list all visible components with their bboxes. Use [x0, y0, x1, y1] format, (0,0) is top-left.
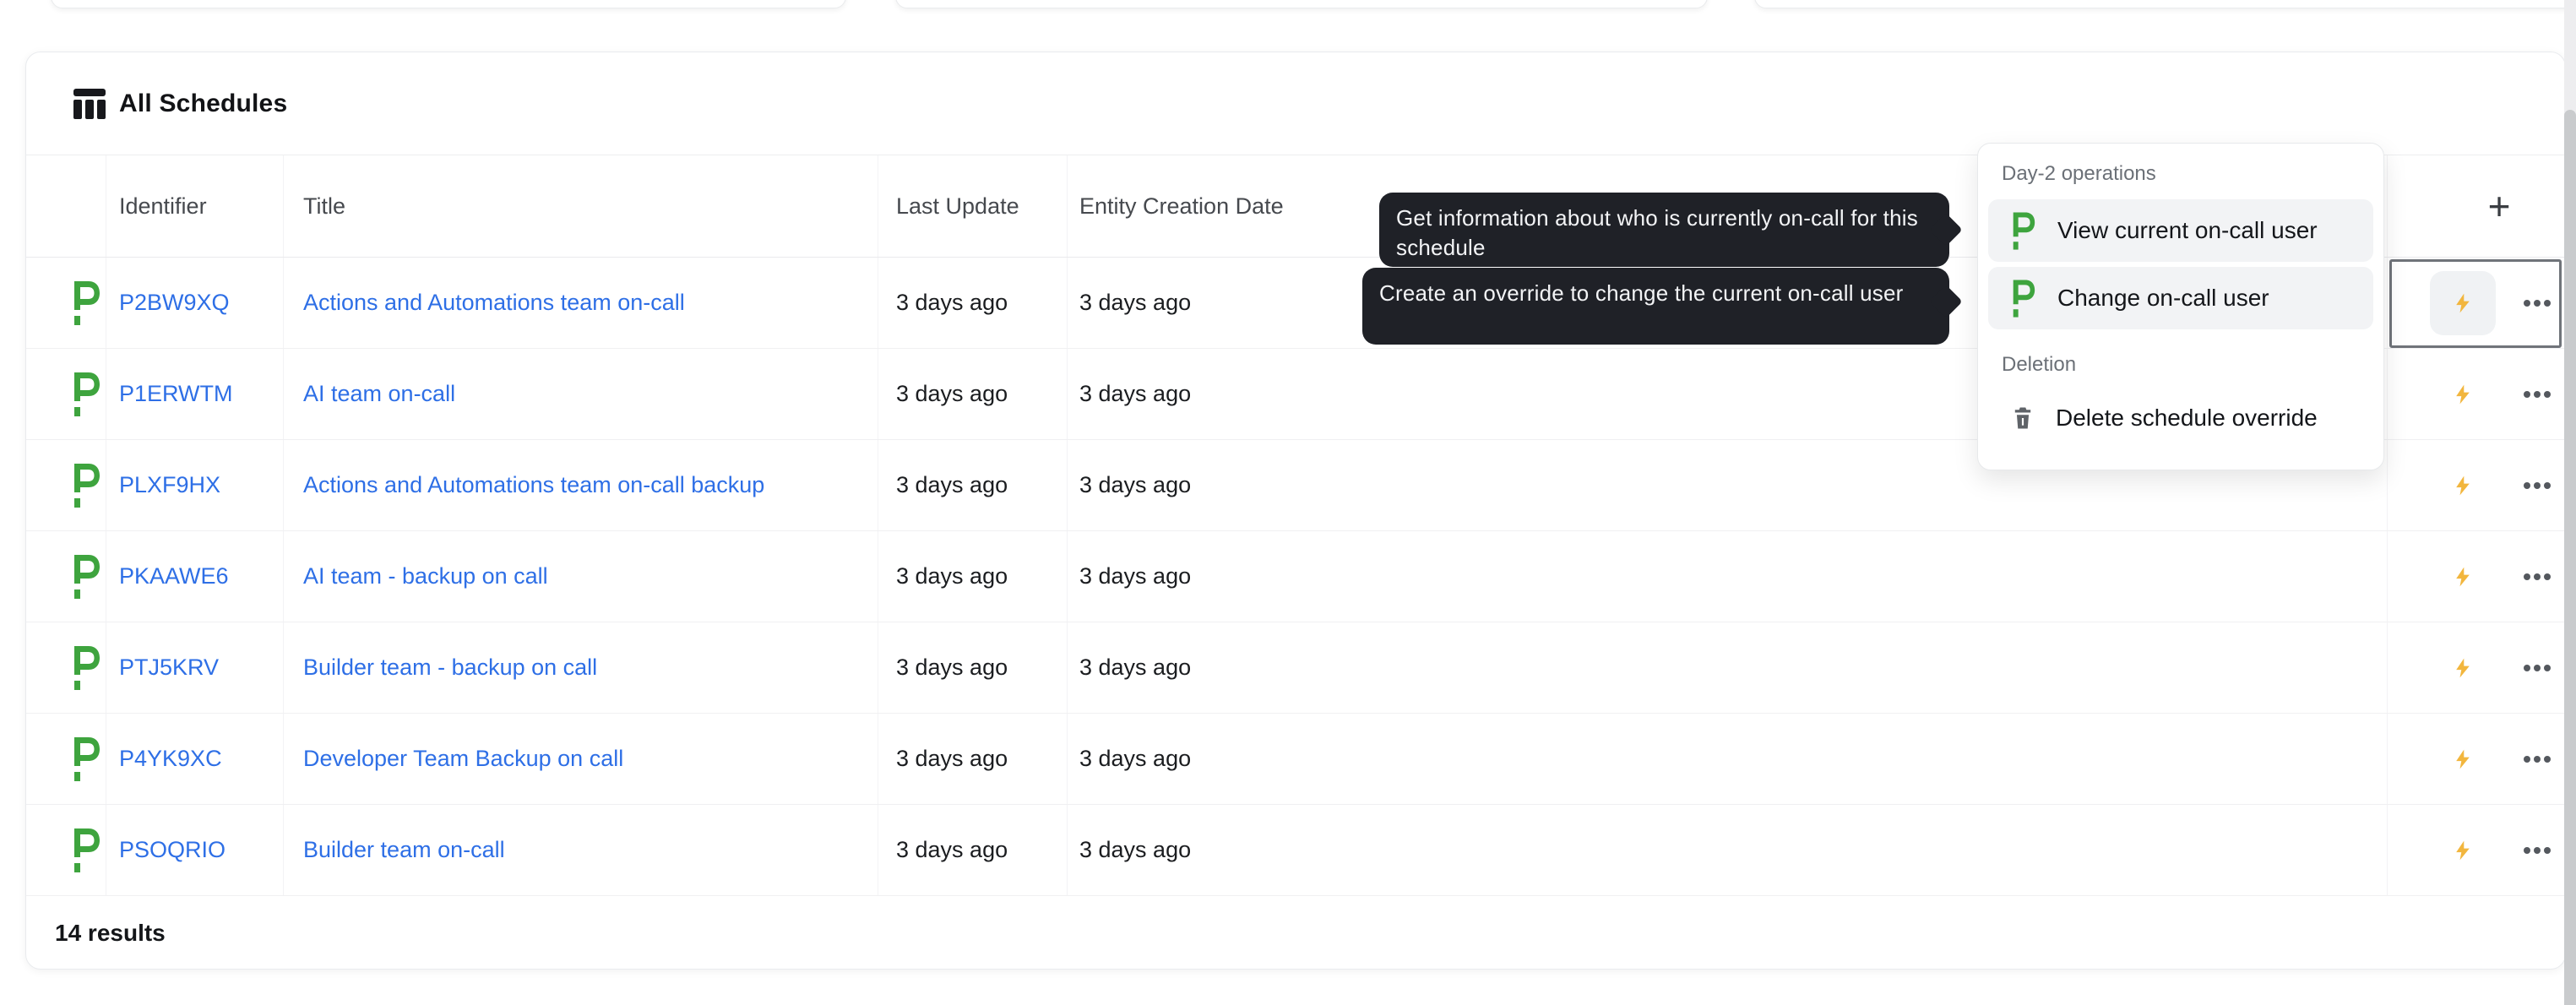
- top-card-partial-1: [51, 0, 846, 8]
- identifier-link[interactable]: PTJ5KRV: [119, 655, 219, 681]
- entity-creation-date-value: 3 days ago: [1068, 805, 2388, 895]
- menu-item-change-oncall-user[interactable]: Change on-call user: [1988, 267, 2373, 329]
- entity-creation-date-value: 3 days ago: [1068, 531, 2388, 622]
- identifier-link[interactable]: P2BW9XQ: [119, 290, 230, 316]
- lightning-bolt-icon: [2452, 285, 2474, 321]
- row-menu-button[interactable]: [2524, 664, 2551, 671]
- row-context-menu: Day-2 operations View current on-call us…: [1977, 143, 2384, 470]
- title-link[interactable]: AI team on-call: [303, 381, 455, 407]
- row-actions-cell: [2388, 714, 2567, 804]
- tooltip-text: Get information about who is currently o…: [1396, 205, 1918, 260]
- row-menu-button[interactable]: [2524, 755, 2551, 763]
- pagerduty-logo-icon: [73, 464, 101, 508]
- tooltip-view-current-oncall: Get information about who is currently o…: [1379, 193, 1963, 267]
- pagerduty-logo-icon: [73, 281, 101, 325]
- pagerduty-logo-icon: [73, 828, 101, 872]
- pagerduty-logo-icon: [73, 555, 101, 599]
- pagerduty-logo-icon: [2012, 212, 2035, 250]
- row-menu-button[interactable]: [2524, 481, 2551, 489]
- lightning-bolt-icon: [2452, 559, 2474, 595]
- title-link[interactable]: Builder team - backup on call: [303, 655, 597, 681]
- menu-section-deletion: Deletion: [2002, 353, 2077, 376]
- lightning-bolt-icon: [2452, 650, 2474, 686]
- identifier-link[interactable]: P1ERWTM: [119, 381, 233, 407]
- menu-item-label: Delete schedule override: [2056, 405, 2318, 431]
- entity-creation-date-value: 3 days ago: [1068, 714, 2388, 804]
- identifier-link[interactable]: PKAAWE6: [119, 563, 229, 589]
- row-menu-button[interactable]: [2524, 390, 2551, 398]
- title-link[interactable]: Actions and Automations team on-call bac…: [303, 472, 764, 498]
- scrollbar-thumb[interactable]: [2564, 110, 2576, 1005]
- table-icon: [73, 89, 106, 119]
- row-actions-cell-focused: [2388, 258, 2567, 348]
- add-schedule-button[interactable]: +: [2488, 187, 2511, 225]
- automations-bolt-button[interactable]: [2430, 270, 2496, 335]
- menu-item-label: View current on-call user: [2057, 217, 2318, 243]
- automations-bolt-button[interactable]: [2430, 636, 2496, 700]
- panel-footer: 14 results: [26, 896, 2565, 970]
- menu-item-view-current-oncall-user[interactable]: View current on-call user: [1988, 199, 2373, 262]
- pagerduty-logo-icon: [2012, 280, 2035, 318]
- identifier-link[interactable]: PSOQRIO: [119, 837, 226, 863]
- menu-item-delete-schedule-override[interactable]: Delete schedule override: [1988, 387, 2373, 449]
- results-count: 14 results: [55, 920, 166, 946]
- last-update-value: 3 days ago: [878, 440, 1068, 530]
- automations-bolt-button[interactable]: [2430, 818, 2496, 883]
- pagerduty-logo-icon: [73, 372, 101, 416]
- row-menu-button[interactable]: [2524, 846, 2551, 854]
- automations-bolt-button[interactable]: [2430, 454, 2496, 518]
- tooltip-text: Create an override to change the current…: [1379, 280, 1904, 306]
- last-update-value: 3 days ago: [878, 349, 1068, 439]
- menu-item-label: Change on-call user: [2057, 285, 2269, 311]
- title-link[interactable]: AI team - backup on call: [303, 563, 548, 589]
- panel-header: All Schedules: [26, 52, 2565, 155]
- title-link[interactable]: Actions and Automations team on-call: [303, 290, 685, 316]
- header-identifier: Identifier: [106, 155, 284, 257]
- row-actions-cell: [2388, 440, 2567, 530]
- last-update-value: 3 days ago: [878, 258, 1068, 348]
- page: All Schedules Identifier Title Last Upda…: [0, 0, 2576, 1005]
- last-update-value: 3 days ago: [878, 622, 1068, 713]
- last-update-value: 3 days ago: [878, 531, 1068, 622]
- identifier-link[interactable]: P4YK9XC: [119, 746, 222, 772]
- table-row: P4YK9XC Developer Team Backup on call 3 …: [26, 714, 2565, 805]
- automations-bolt-button[interactable]: [2430, 545, 2496, 609]
- automations-bolt-button[interactable]: [2430, 362, 2496, 426]
- entity-creation-date-value: 3 days ago: [1068, 622, 2388, 713]
- last-update-value: 3 days ago: [878, 805, 1068, 895]
- header-title: Title: [284, 155, 878, 257]
- trash-icon: [2012, 405, 2034, 431]
- tooltip-change-oncall: Create an override to change the current…: [1362, 268, 1963, 345]
- row-actions-cell: [2388, 531, 2567, 622]
- row-actions-cell: [2388, 622, 2567, 713]
- title-link[interactable]: Developer Team Backup on call: [303, 746, 623, 772]
- title-link[interactable]: Builder team on-call: [303, 837, 505, 863]
- identifier-link[interactable]: PLXF9HX: [119, 472, 220, 498]
- row-actions-cell: [2388, 349, 2567, 439]
- header-last-update: Last Update: [878, 155, 1068, 257]
- lightning-bolt-icon: [2452, 468, 2474, 503]
- pagerduty-logo-icon: [73, 646, 101, 690]
- header-icon-column: [26, 155, 106, 257]
- row-menu-button[interactable]: [2524, 573, 2551, 580]
- top-card-partial-3: [1754, 0, 2576, 8]
- automations-bolt-button[interactable]: [2430, 727, 2496, 791]
- panel-title: All Schedules: [119, 89, 288, 117]
- table-row: PSOQRIO Builder team on-call 3 days ago …: [26, 805, 2565, 896]
- lightning-bolt-icon: [2452, 833, 2474, 868]
- pagerduty-logo-icon: [73, 737, 101, 781]
- top-card-partial-2: [895, 0, 1708, 8]
- table-row: PKAAWE6 AI team - backup on call 3 days …: [26, 531, 2565, 622]
- menu-section-day2-operations: Day-2 operations: [2002, 162, 2156, 185]
- lightning-bolt-icon: [2452, 742, 2474, 777]
- row-actions-cell: [2388, 805, 2567, 895]
- lightning-bolt-icon: [2452, 377, 2474, 412]
- last-update-value: 3 days ago: [878, 714, 1068, 804]
- table-row: PTJ5KRV Builder team - backup on call 3 …: [26, 622, 2565, 714]
- header-actions-column: +: [2388, 155, 2567, 257]
- row-menu-button[interactable]: [2524, 299, 2551, 307]
